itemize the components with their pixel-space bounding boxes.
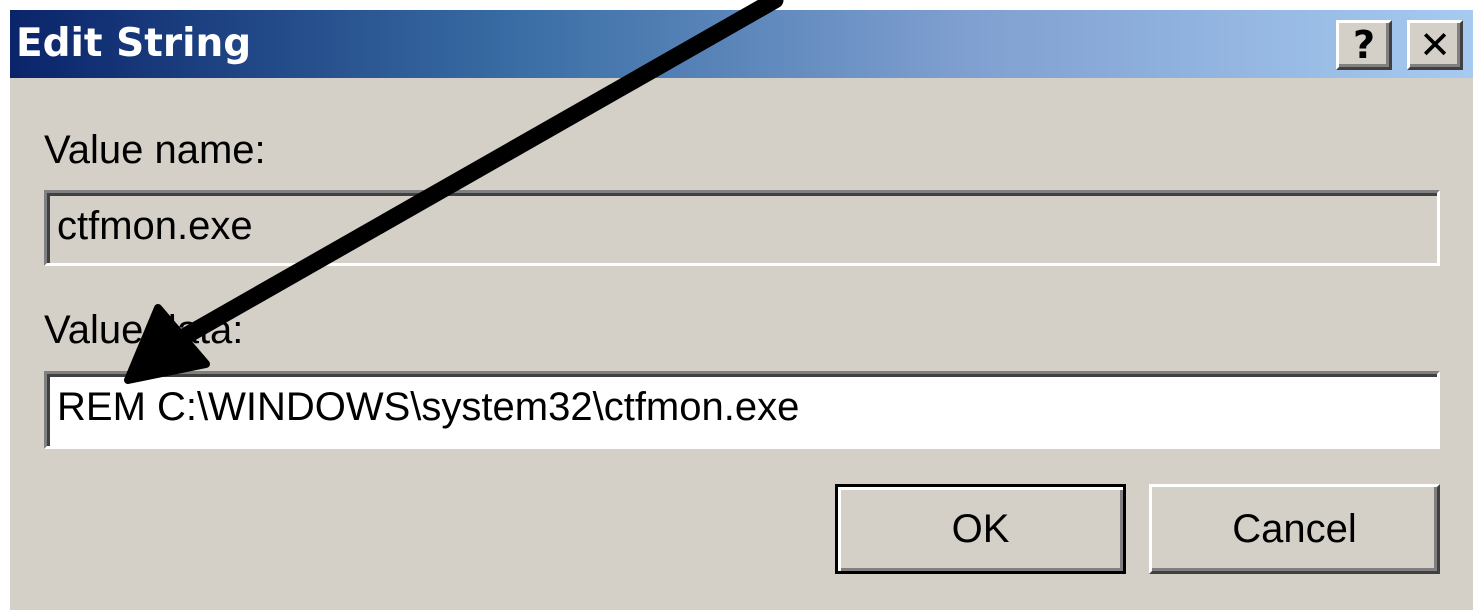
question-mark-icon: ? bbox=[1352, 23, 1376, 67]
close-button[interactable]: ✕ bbox=[1407, 20, 1463, 70]
help-button[interactable]: ? bbox=[1336, 20, 1392, 70]
value-data-label: Value data: bbox=[44, 308, 244, 352]
edit-string-dialog: Edit String ? ✕ Value name: ctfmon.exe V… bbox=[10, 10, 1473, 610]
close-icon: ✕ bbox=[1419, 23, 1451, 67]
window-title: Edit String bbox=[16, 21, 252, 66]
value-name-field[interactable]: ctfmon.exe bbox=[44, 190, 1440, 266]
ok-button[interactable]: OK bbox=[835, 484, 1126, 574]
value-name-label: Value name: bbox=[44, 128, 266, 172]
value-data-input[interactable]: REM C:\WINDOWS\system32\ctfmon.exe bbox=[44, 371, 1440, 449]
title-bar[interactable]: Edit String ? ✕ bbox=[10, 10, 1473, 78]
cancel-button[interactable]: Cancel bbox=[1149, 484, 1440, 574]
